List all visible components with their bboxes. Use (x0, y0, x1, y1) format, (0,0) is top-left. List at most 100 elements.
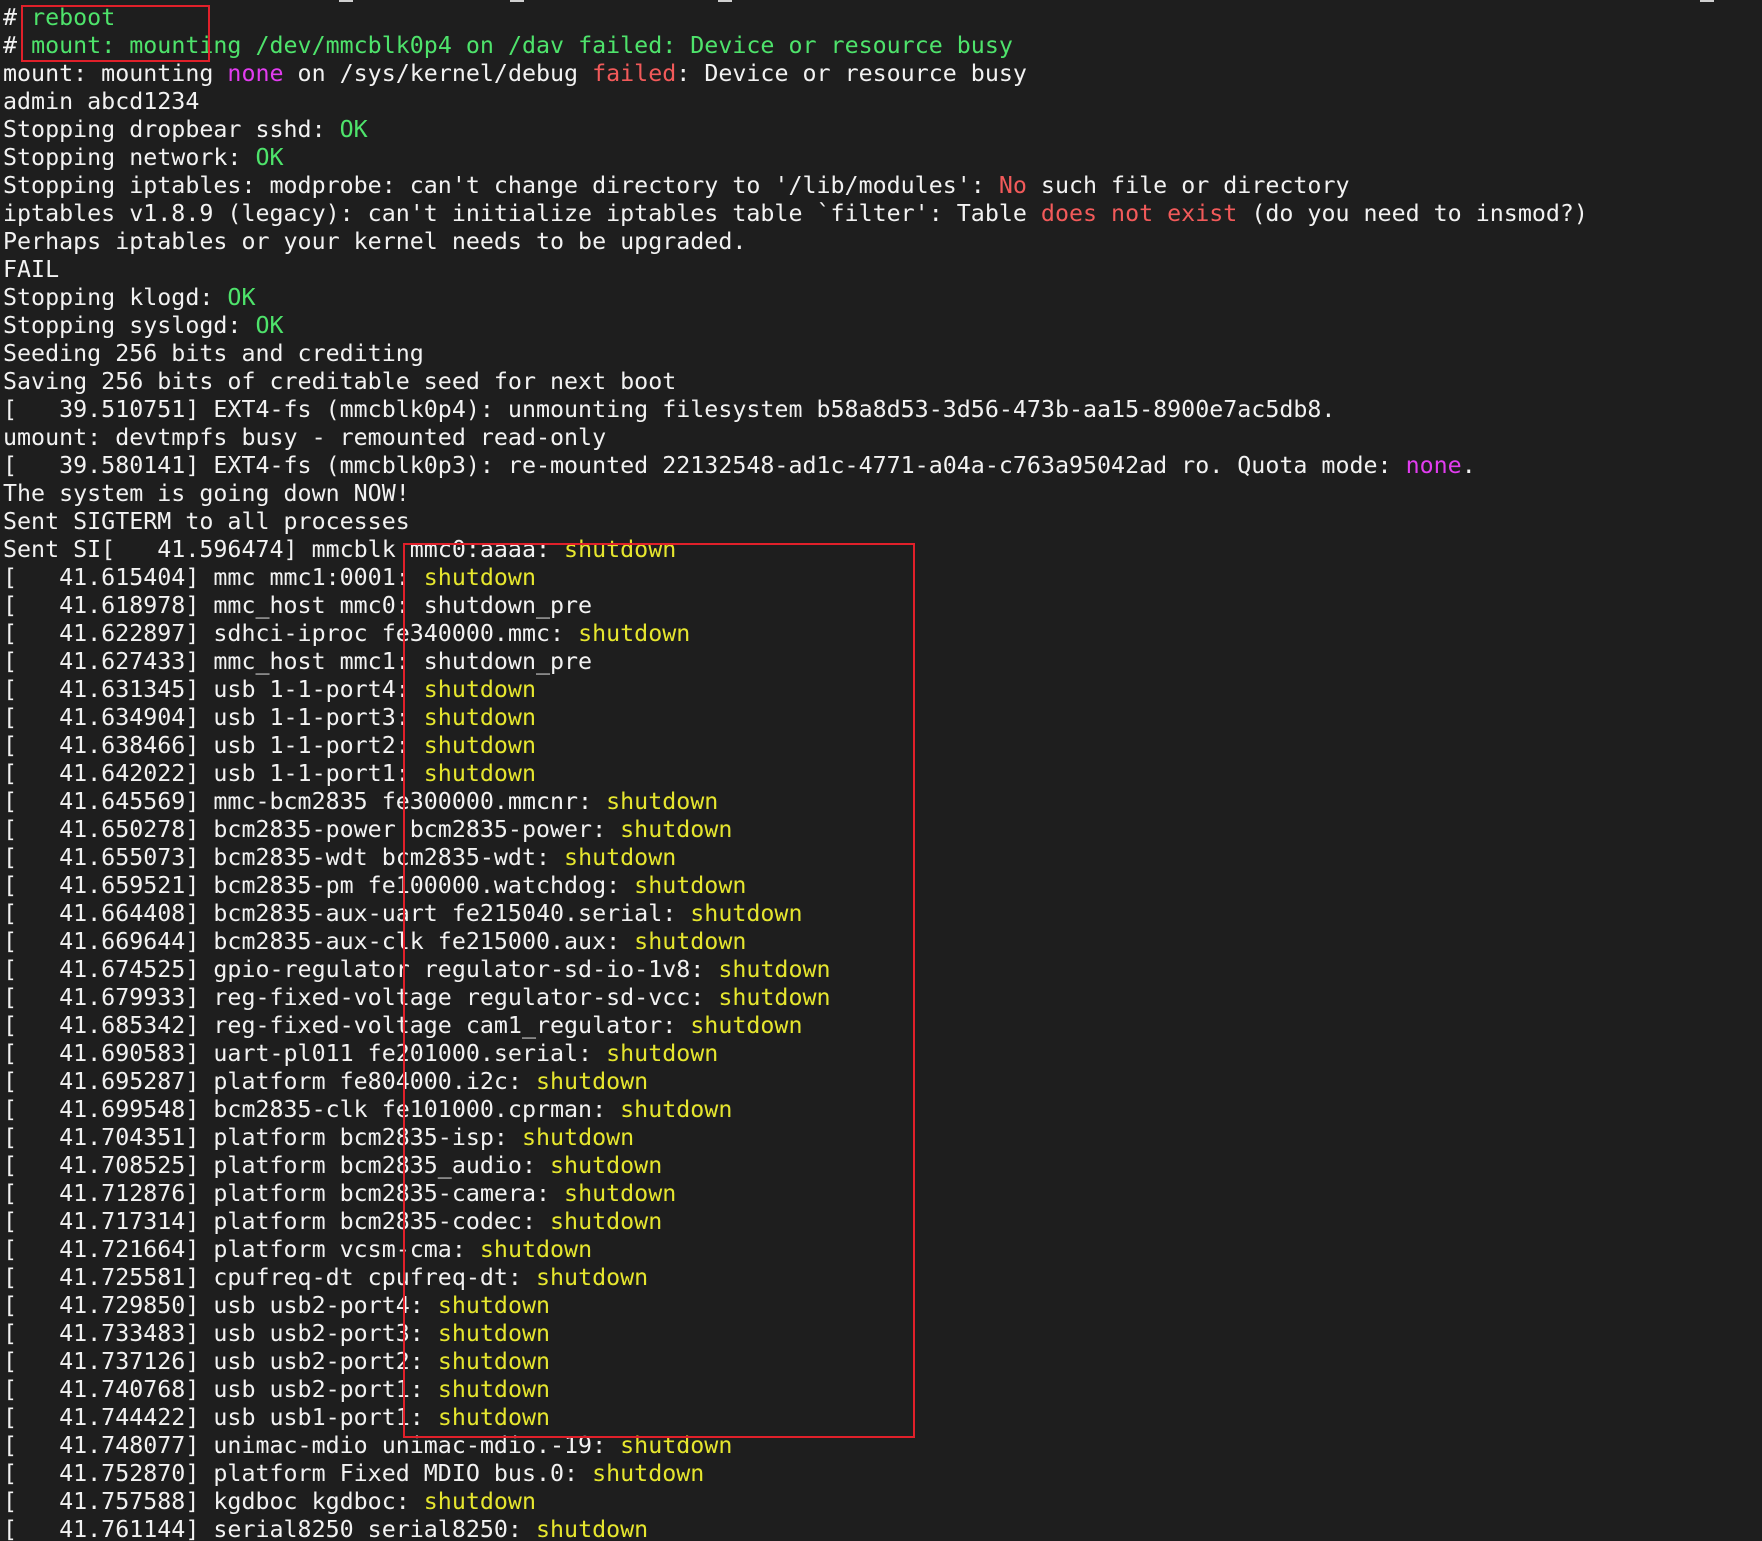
terminal-text-segment: [ 41.627433] mmc_host mmc1: shutdown_pre (3, 648, 593, 675)
terminal-text-segment: does not exist (1040, 200, 1238, 227)
terminal-text-segment: shutdown (521, 1124, 635, 1151)
terminal-line: [ 41.708525] platform bcm2835_audio: shu… (3, 1152, 1588, 1180)
terminal-text-segment: shutdown (536, 1516, 649, 1541)
terminal-text-segment: [ 41.655073] bcm2835-wdt bcm2835-wdt: (3, 844, 565, 871)
terminal-text-segment: # (3, 4, 32, 31)
terminal-line: FAIL (3, 256, 1588, 284)
terminal-line: [ 41.737126] usb usb2-port2: shutdown (3, 1348, 1588, 1376)
terminal-line: [ 41.685342] reg-fixed-voltage cam1_regu… (3, 1012, 1588, 1040)
terminal-line: [ 41.627433] mmc_host mmc1: shutdown_pre (3, 648, 1588, 676)
terminal-text-segment: [ 41.740768] usb usb2-port1: (3, 1376, 438, 1403)
terminal-text-segment: shutdown (606, 1040, 719, 1067)
terminal-text-segment: [ 41.744422] usb usb1-port1: (3, 1404, 438, 1431)
terminal-text-segment: such file or directory (1026, 172, 1350, 199)
terminal-text-segment: FAIL (3, 256, 60, 283)
terminal-window[interactable]: # reboot # mount: mounting /dev/mmcblk0p4… (0, 0, 1762, 1541)
top-edge-fragment (510, 0, 524, 2)
terminal-text-segment: reboot (31, 4, 116, 31)
terminal-text-segment: [ 41.669644] bcm2835-aux-clk fe215000.au… (3, 928, 635, 955)
terminal-line: [ 41.642022] usb 1-1-port1: shutdown (3, 760, 1588, 788)
terminal-text-segment: [ 41.708525] platform bcm2835_audio: (3, 1152, 551, 1179)
terminal-text-segment: shutdown (564, 844, 677, 871)
terminal-line: [ 41.752870] platform Fixed MDIO bus.0: … (3, 1460, 1588, 1488)
terminal-text-segment: shutdown (437, 1320, 551, 1347)
terminal-text-segment: [ 41.704351] platform bcm2835-isp: (3, 1124, 522, 1151)
terminal-text-segment: shutdown (620, 1096, 733, 1123)
terminal-line: [ 41.638466] usb 1-1-port2: shutdown (3, 732, 1588, 760)
terminal-text-segment: shutdown (479, 1236, 593, 1263)
terminal-line: [ 41.645569] mmc-bcm2835 fe300000.mmcnr:… (3, 788, 1588, 816)
terminal-text-segment: [ 41.679933] reg-fixed-voltage regulator… (3, 984, 719, 1011)
terminal-text-segment: The system is going down NOW! (3, 480, 410, 507)
terminal-line: [ 41.679933] reg-fixed-voltage regulator… (3, 984, 1588, 1012)
terminal-line: [ 41.659521] bcm2835-pm fe100000.watchdo… (3, 872, 1588, 900)
terminal-text-segment: [ 41.631345] usb 1-1-port4: (3, 676, 424, 703)
terminal-text-segment: [ 41.690583] uart-pl011 fe201000.serial: (3, 1040, 607, 1067)
top-edge-fragment (339, 0, 353, 2)
terminal-text-segment: shutdown (718, 956, 831, 983)
terminal-text-segment: shutdown (423, 732, 536, 759)
terminal-text-segment: Sent SI[ 41.596474] mmcblk mmc0:aaaa: (3, 536, 565, 563)
terminal-text-segment: [ 41.699548] bcm2835-clk fe101000.cprman… (3, 1096, 621, 1123)
terminal-text-segment: shutdown (437, 1404, 551, 1431)
terminal-line: [ 41.725581] cpufreq-dt cpufreq-dt: shut… (3, 1264, 1588, 1292)
terminal-line: [ 41.664408] bcm2835-aux-uart fe215040.s… (3, 900, 1588, 928)
terminal-text-segment: shutdown (423, 564, 536, 591)
terminal-text-segment: shutdown (564, 1180, 677, 1207)
terminal-text-segment: shutdown (423, 704, 536, 731)
terminal-text-segment: [ 41.664408] bcm2835-aux-uart fe215040.s… (3, 900, 691, 927)
terminal-line: Stopping iptables: modprobe: can't chang… (3, 172, 1588, 200)
terminal-text-segment: [ 41.638466] usb 1-1-port2: (3, 732, 424, 759)
terminal-text-segment: [ 41.634904] usb 1-1-port3: (3, 704, 424, 731)
terminal-text-segment: OK (255, 312, 284, 339)
terminal-line: [ 41.669644] bcm2835-aux-clk fe215000.au… (3, 928, 1588, 956)
terminal-line: [ 41.729850] usb usb2-port4: shutdown (3, 1292, 1588, 1320)
terminal-line: # mount: mounting /dev/mmcblk0p4 on /dav… (3, 32, 1588, 60)
terminal-line: # reboot (3, 4, 1588, 32)
terminal-line: [ 41.740768] usb usb2-port1: shutdown (3, 1376, 1588, 1404)
terminal-line: Perhaps iptables or your kernel needs to… (3, 228, 1588, 256)
terminal-text-segment: [ 41.748077] unimac-mdio unimac-mdio.-19… (3, 1432, 621, 1459)
terminal-text-segment: [ 41.717314] platform bcm2835-codec: (3, 1208, 551, 1235)
terminal-line: [ 41.712876] platform bcm2835-camera: sh… (3, 1180, 1588, 1208)
terminal-line: Sent SI[ 41.596474] mmcblk mmc0:aaaa: sh… (3, 536, 1588, 564)
terminal-text-segment: iptables v1.8.9 (legacy): can't initiali… (3, 200, 1041, 227)
terminal-text-segment: [ 41.642022] usb 1-1-port1: (3, 760, 424, 787)
terminal-text-segment: OK (255, 144, 284, 171)
terminal-text-segment: [ 41.737126] usb usb2-port2: (3, 1348, 438, 1375)
terminal-line: Sent SIGTERM to all processes (3, 508, 1588, 536)
terminal-line: [ 41.717314] platform bcm2835-codec: shu… (3, 1208, 1588, 1236)
terminal-text-segment: OK (339, 116, 368, 143)
terminal-line: Stopping syslogd: OK (3, 312, 1588, 340)
terminal-line: [ 41.733483] usb usb2-port3: shutdown (3, 1320, 1588, 1348)
terminal-text-segment: [ 41.725581] cpufreq-dt cpufreq-dt: (3, 1264, 536, 1291)
terminal-text-segment: shutdown (536, 1264, 649, 1291)
terminal-text-segment: mount: mounting (3, 60, 228, 87)
terminal-text-segment: shutdown (690, 900, 803, 927)
terminal-line: [ 41.634904] usb 1-1-port3: shutdown (3, 704, 1588, 732)
terminal-line: Stopping klogd: OK (3, 284, 1588, 312)
terminal-line: [ 41.748077] unimac-mdio unimac-mdio.-19… (3, 1432, 1588, 1460)
terminal-line: [ 41.761144] serial8250 serial8250: shut… (3, 1516, 1588, 1541)
terminal-line: [ 41.631345] usb 1-1-port4: shutdown (3, 676, 1588, 704)
terminal-line: [ 41.618978] mmc_host mmc0: shutdown_pre (3, 592, 1588, 620)
terminal-line: [ 39.510751] EXT4-fs (mmcblk0p4): unmoun… (3, 396, 1588, 424)
terminal-text-segment: [ 41.645569] mmc-bcm2835 fe300000.mmcnr: (3, 788, 607, 815)
terminal-text-segment: . (1461, 452, 1476, 479)
terminal-text-segment: No (998, 172, 1027, 199)
terminal-line: [ 39.580141] EXT4-fs (mmcblk0p3): re-mou… (3, 452, 1588, 480)
terminal-text-segment: [ 41.659521] bcm2835-pm fe100000.watchdo… (3, 872, 635, 899)
terminal-text-segment: shutdown (550, 1208, 663, 1235)
terminal-text-segment: # (3, 32, 32, 59)
terminal-line: [ 41.695287] platform fe804000.i2c: shut… (3, 1068, 1588, 1096)
terminal-line: [ 41.615404] mmc mmc1:0001: shutdown (3, 564, 1588, 592)
terminal-text-segment: [ 41.729850] usb usb2-port4: (3, 1292, 438, 1319)
terminal-text-segment: shutdown (606, 788, 719, 815)
terminal-line: Seeding 256 bits and crediting (3, 340, 1588, 368)
terminal-text-segment: shutdown (578, 620, 691, 647)
terminal-text-segment: shutdown (634, 928, 747, 955)
terminal-text-segment: admin abcd1234 (3, 88, 200, 115)
terminal-text-segment: [ 39.510751] EXT4-fs (mmcblk0p4): unmoun… (3, 396, 1336, 423)
terminal-text-segment: shutdown (550, 1152, 663, 1179)
terminal-text-segment: [ 41.650278] bcm2835-power bcm2835-power… (3, 816, 621, 843)
